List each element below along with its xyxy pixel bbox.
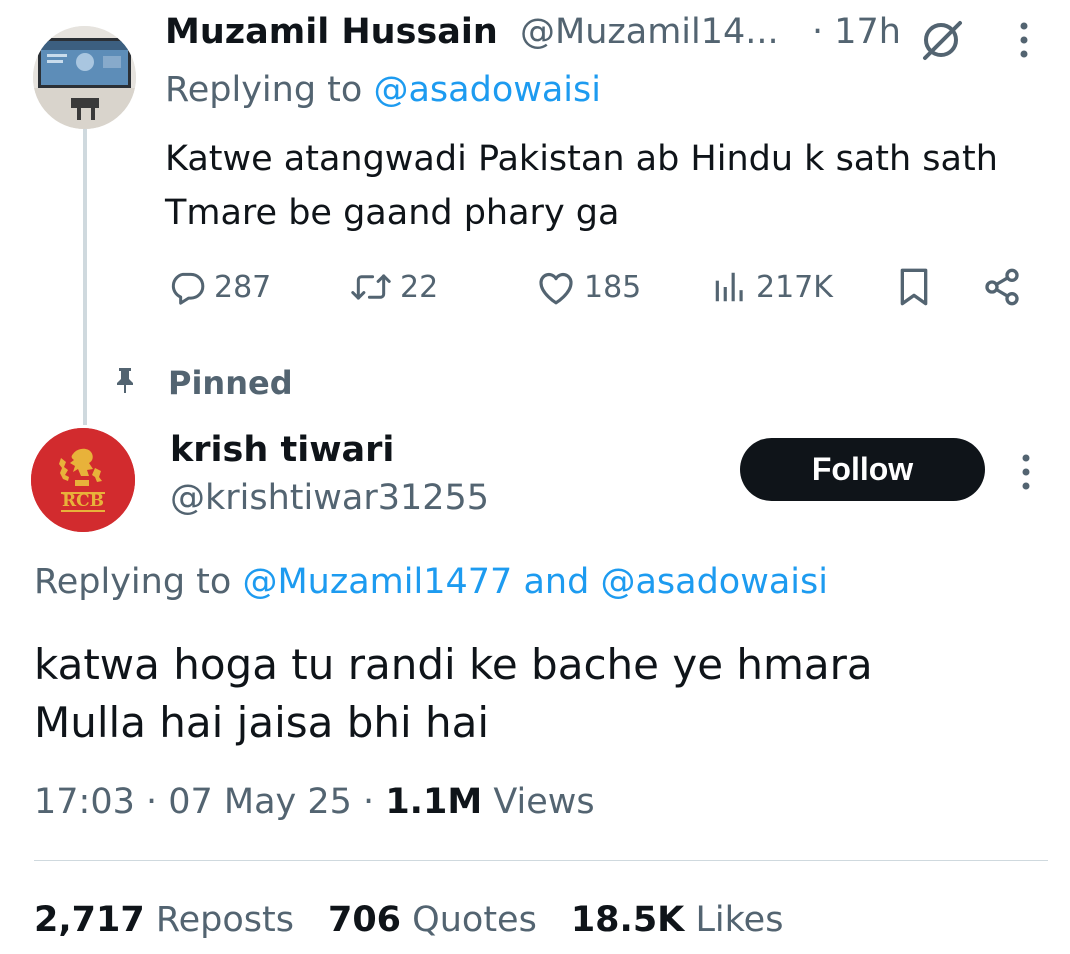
parent-author-handle[interactable]: @Muzamil14...: [520, 12, 779, 52]
views-count: 217K: [756, 269, 833, 305]
mention-link[interactable]: @Muzamil1477: [242, 562, 512, 602]
bookmark-icon: [896, 267, 932, 307]
views-button[interactable]: 217K: [712, 262, 833, 312]
likes-count: 18.5K: [570, 900, 685, 940]
bookmark-button[interactable]: [896, 262, 932, 312]
repost-button[interactable]: 22: [350, 262, 438, 312]
share-icon: [982, 267, 1022, 307]
engagement-stats: 2,717 Reposts 706 Quotes 18.5K Likes: [34, 900, 783, 940]
like-count: 185: [584, 269, 642, 305]
pin-icon: [113, 366, 137, 394]
parent-tweet-text: Katwe atangwadi Pakistan ab Hindu k sath…: [165, 139, 998, 233]
pinned-label: Pinned: [168, 364, 293, 402]
quotes-label: Quotes: [412, 900, 537, 940]
likes-stat[interactable]: 18.5K Likes: [571, 900, 784, 940]
heart-icon: [536, 268, 576, 306]
mention-link[interactable]: @asadowaisi: [373, 70, 601, 110]
tweet-text-line: katwa hoga tu randi ke bache ye hmara: [34, 640, 873, 689]
reply-button[interactable]: 287: [168, 262, 271, 312]
repost-count: 22: [400, 269, 439, 305]
like-button[interactable]: 185: [536, 262, 641, 312]
tweet-meta: 17:03 · 07 May 25 · 1.1M Views: [34, 782, 595, 822]
avatar-muzamil[interactable]: [33, 26, 136, 129]
replying-to-label: Replying to: [165, 70, 363, 110]
views-icon: [712, 268, 748, 306]
author-handle[interactable]: @krishtiwar31255: [170, 478, 489, 518]
quotes-stat[interactable]: 706 Quotes: [328, 900, 537, 940]
divider: [34, 860, 1048, 861]
likes-label: Likes: [695, 900, 784, 940]
reposts-count: 2,717: [34, 900, 145, 940]
mention-link[interactable]: @asadowaisi: [600, 562, 828, 602]
views-count: 1.1M: [385, 782, 483, 822]
reply-icon: [168, 268, 206, 306]
thread-line: [83, 128, 87, 425]
more-vertical-icon[interactable]: [1012, 18, 1036, 62]
follow-button[interactable]: Follow: [740, 438, 985, 501]
author-name[interactable]: krish tiwari: [170, 430, 394, 470]
replying-to-label: Replying to: [34, 562, 232, 602]
views-label: Views: [493, 782, 595, 822]
reposts-label: Reposts: [155, 900, 294, 940]
tweet-timestamp[interactable]: 17:03 · 07 May 25 ·: [34, 782, 374, 822]
replying-to: Replying to @Muzamil1477 and @asadowaisi: [34, 562, 828, 602]
avatar-krish[interactable]: RCB: [31, 428, 135, 532]
grok-icon[interactable]: [916, 18, 966, 62]
parent-timestamp[interactable]: · 17h: [812, 12, 901, 52]
tweet-text: katwa hoga tu randi ke bache ye hmara Mu…: [34, 636, 1034, 752]
reply-count: 287: [214, 269, 272, 305]
share-button[interactable]: [982, 262, 1022, 312]
more-vertical-icon[interactable]: [1014, 450, 1038, 494]
repost-icon: [350, 268, 392, 306]
replying-and: and: [523, 562, 590, 602]
tweet-text-line: Mulla hai jaisa bhi hai: [34, 698, 490, 747]
parent-replying-to: Replying to @asadowaisi: [165, 70, 601, 110]
quotes-count: 706: [327, 900, 402, 940]
reposts-stat[interactable]: 2,717 Reposts: [34, 900, 294, 940]
parent-author-name[interactable]: Muzamil Hussain: [165, 12, 498, 52]
